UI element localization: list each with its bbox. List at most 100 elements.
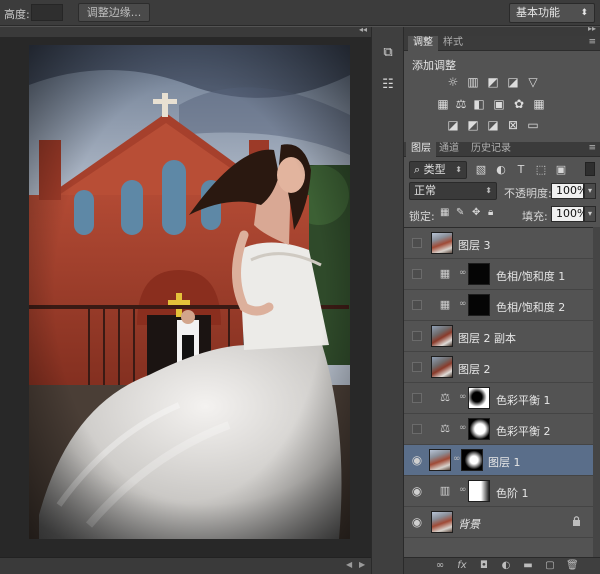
levels-icon[interactable]: ▥ <box>466 75 480 89</box>
opacity-input[interactable]: 100% <box>551 183 587 199</box>
link-icon[interactable]: ∞ <box>453 454 461 464</box>
layer-mask-thumbnail[interactable] <box>468 387 490 409</box>
tab-history[interactable]: 历史记录 <box>466 142 516 157</box>
filter-shape-icon[interactable]: ⬚ <box>534 163 548 177</box>
workspace-switcher[interactable]: 基本功能 ⬍ <box>509 3 595 23</box>
lock-all-icon[interactable]: 🔒︎ <box>488 207 493 218</box>
properties-panel-icon[interactable]: ☷ <box>378 75 398 95</box>
exposure-icon[interactable]: ◪ <box>506 75 520 89</box>
layer-row[interactable]: 图层 2 <box>404 352 593 383</box>
expand-icon[interactable]: ▸▸ <box>588 24 596 33</box>
new-group-icon[interactable]: ▬ <box>522 560 534 572</box>
link-icon[interactable]: ∞ <box>459 423 467 433</box>
posterize-icon[interactable]: ◩ <box>466 118 480 132</box>
visibility-toggle[interactable] <box>412 300 422 310</box>
options-bar: 高度: 调整边缘... 基本功能 ⬍ <box>0 0 600 26</box>
layer-row[interactable]: 图层 3 <box>404 228 593 259</box>
visibility-toggle[interactable] <box>412 238 422 248</box>
selective-color-icon[interactable]: ⊠ <box>506 118 520 132</box>
color-lookup-icon[interactable]: ▦ <box>532 97 546 111</box>
visibility-toggle[interactable] <box>412 424 422 434</box>
layer-mask-thumbnail[interactable] <box>468 263 490 285</box>
layer-row[interactable]: ◉ 背景 <box>404 507 593 538</box>
link-layers-icon[interactable]: ∞ <box>434 560 446 572</box>
visibility-toggle[interactable] <box>412 393 422 403</box>
eye-icon[interactable]: ◉ <box>411 516 423 528</box>
photo-filter-icon[interactable]: ▣ <box>492 97 506 111</box>
visibility-toggle[interactable] <box>412 331 422 341</box>
scroll-right-icon[interactable]: ▶ <box>359 560 365 569</box>
lock-brush-icon[interactable]: ✎ <box>456 207 464 218</box>
right-panel: ▸▸ 调整 样式 ≡ 添加调整 ☼ ▥ ◩ ◪ ▽ ▦ ⚖ ◧ ▣ ✿ ▦ ◪ … <box>404 24 600 574</box>
opacity-dropdown-icon[interactable]: ▾ <box>584 183 596 199</box>
layer-thumbnail <box>431 356 453 378</box>
link-icon[interactable]: ∞ <box>459 268 467 278</box>
layer-mask-thumbnail[interactable] <box>461 449 483 471</box>
blend-mode-select[interactable]: 正常 ⬍ <box>409 182 497 200</box>
link-icon[interactable]: ∞ <box>459 299 467 309</box>
hue-saturation-icon: ▦ <box>439 267 451 280</box>
layers-menu-icon[interactable]: ≡ <box>588 143 596 153</box>
curves-icon[interactable]: ◩ <box>486 75 500 89</box>
layer-filter-kind[interactable]: ⌕ 类型 ⬍ <box>409 161 467 179</box>
invert-icon[interactable]: ◪ <box>446 118 460 132</box>
link-icon[interactable]: ∞ <box>459 392 467 402</box>
lock-transparent-icon[interactable]: ▦ <box>440 207 449 218</box>
link-icon[interactable]: ∞ <box>459 485 467 495</box>
eye-icon[interactable]: ◉ <box>411 454 423 466</box>
layer-row[interactable]: ◉ ▥ ∞ 色阶 1 <box>404 476 593 507</box>
layer-row[interactable]: ▦ ∞ 色相/饱和度 1 <box>404 259 593 290</box>
lock-move-icon[interactable]: ✥ <box>472 207 480 218</box>
layer-row[interactable]: ▦ ∞ 色相/饱和度 2 <box>404 290 593 321</box>
layer-name: 图层 3 <box>458 239 491 252</box>
layer-mask-thumbnail[interactable] <box>468 294 490 316</box>
filter-adjustment-icon[interactable]: ◐ <box>494 163 508 177</box>
channel-mixer-icon[interactable]: ✿ <box>512 97 526 111</box>
visibility-toggle[interactable] <box>412 362 422 372</box>
new-adjustment-icon[interactable]: ◐ <box>500 560 512 572</box>
tab-layers[interactable]: 图层 <box>406 142 436 157</box>
color-balance-icon: ⚖ <box>440 391 450 404</box>
new-layer-icon[interactable]: ▢ <box>544 560 556 572</box>
layer-mask-thumbnail[interactable] <box>468 480 490 502</box>
chevron-down-icon: ⬍ <box>580 8 588 18</box>
scroll-left-icon[interactable]: ◀ <box>346 560 352 569</box>
add-adjustment-title: 添加调整 <box>412 59 456 72</box>
threshold-icon[interactable]: ◪ <box>486 118 500 132</box>
filter-pixel-icon[interactable]: ▧ <box>474 163 488 177</box>
layer-row-selected[interactable]: ◉ ∞ 图层 1 <box>404 445 593 476</box>
color-balance-icon[interactable]: ⚖ <box>454 97 468 111</box>
filter-type-icon[interactable]: T <box>514 163 528 177</box>
vibrance-icon[interactable]: ▽ <box>526 75 540 89</box>
history-panel-icon[interactable]: ⧉ <box>378 43 398 63</box>
gradient-map-icon[interactable]: ▭ <box>526 118 540 132</box>
trash-icon[interactable]: 🗑︎ <box>566 560 579 572</box>
fill-dropdown-icon[interactable]: ▾ <box>584 206 596 222</box>
image-canvas[interactable] <box>29 45 350 539</box>
height-field[interactable] <box>31 4 63 21</box>
tab-channels[interactable]: 通道 <box>434 142 464 157</box>
chevron-down-icon: ⬍ <box>455 165 462 174</box>
layers-scrollbar[interactable] <box>593 227 600 557</box>
layer-mask-thumbnail[interactable] <box>468 418 490 440</box>
panel-menu-icon[interactable]: ≡ <box>588 37 596 47</box>
layer-row[interactable]: ⚖ ∞ 色彩平衡 2 <box>404 414 593 445</box>
tab-styles[interactable]: 样式 <box>438 36 468 51</box>
collapse-icon[interactable]: ◂◂ <box>359 25 367 34</box>
tab-adjustments[interactable]: 调整 <box>408 36 438 51</box>
add-mask-icon[interactable]: ◘ <box>478 560 490 572</box>
filter-kind-label: 类型 <box>423 163 446 176</box>
eye-icon[interactable]: ◉ <box>411 485 423 497</box>
layer-row[interactable]: 图层 2 副本 <box>404 321 593 352</box>
filter-smart-object-icon[interactable]: ▣ <box>554 163 568 177</box>
hue-saturation-icon[interactable]: ▦ <box>436 97 450 111</box>
horizontal-scrollbar[interactable]: ◀ ▶ <box>0 557 371 574</box>
fx-icon[interactable]: fx <box>456 560 468 572</box>
visibility-toggle[interactable] <box>412 269 422 279</box>
brightness-contrast-icon[interactable]: ☼ <box>446 75 460 89</box>
layer-row[interactable]: ⚖ ∞ 色彩平衡 1 <box>404 383 593 414</box>
fill-input[interactable]: 100% <box>551 206 587 222</box>
filter-toggle[interactable] <box>585 162 595 176</box>
black-white-icon[interactable]: ◧ <box>472 97 486 111</box>
refine-edge-button[interactable]: 调整边缘... <box>78 3 150 22</box>
